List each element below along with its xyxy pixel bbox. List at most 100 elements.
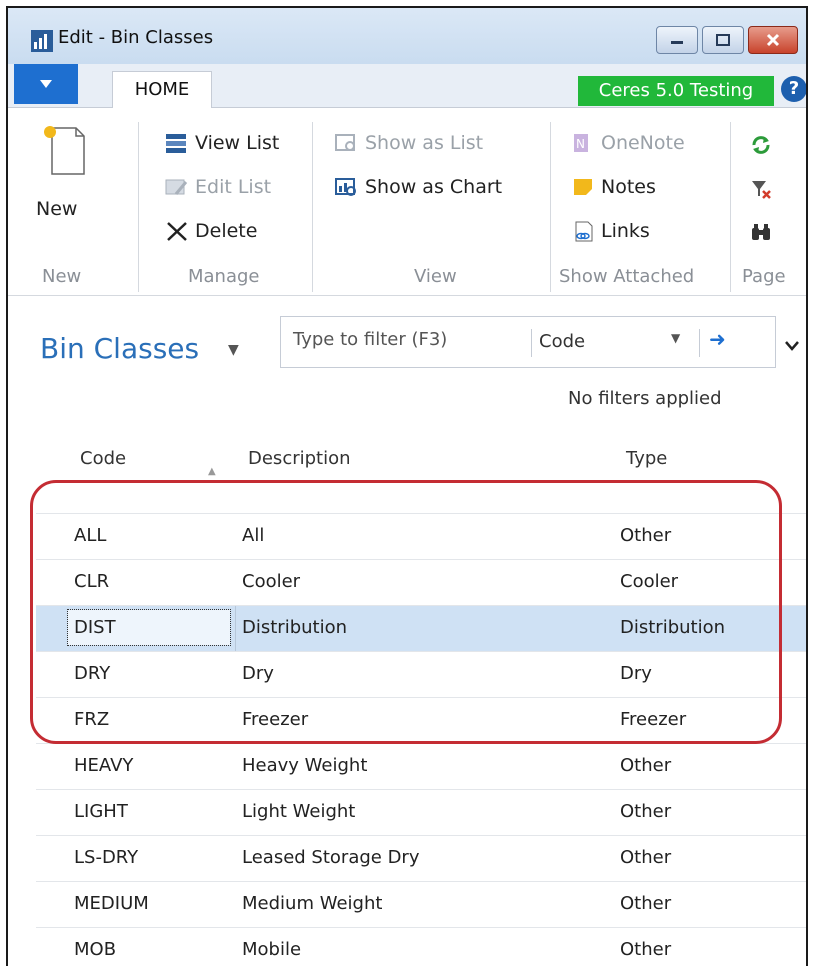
clear-filter-icon[interactable]	[750, 178, 772, 200]
new-button[interactable]: New	[32, 122, 96, 232]
filters-status: No filters applied	[568, 388, 722, 409]
svg-text:N: N	[576, 137, 585, 151]
cell-type: Other	[620, 847, 672, 868]
cell-code: CLR	[74, 571, 110, 592]
maximize-icon	[716, 34, 730, 46]
delete-button[interactable]: Delete	[164, 220, 257, 242]
ribbon-body: New New View List Edit List Delete Manag…	[8, 108, 806, 296]
cell-code: MOB	[74, 939, 117, 960]
new-button-label: New	[36, 198, 78, 220]
cell-type: Distribution	[620, 617, 726, 638]
table-row[interactable]: FRZ Freezer Freezer	[36, 697, 806, 743]
onenote-label: OneNote	[601, 132, 685, 154]
show-as-chart-button[interactable]: Show as Chart	[334, 176, 502, 198]
notes-icon	[574, 179, 592, 195]
filter-input[interactable]: Type to filter (F3)	[293, 329, 447, 350]
cell-type: Other	[620, 893, 672, 914]
table-row[interactable]: LIGHT Light Weight Other	[36, 789, 806, 835]
cell-type: Freezer	[620, 709, 687, 730]
onenote-button[interactable]: N OneNote	[570, 132, 685, 154]
cell-description: Heavy Weight	[242, 755, 368, 776]
maximize-button[interactable]	[702, 26, 744, 54]
cell-description: Leased Storage Dry	[242, 847, 420, 868]
ribbon-menu-button[interactable]	[14, 64, 78, 104]
table-row[interactable]: LS-DRY Leased Storage Dry Other	[36, 835, 806, 881]
view-list-button[interactable]: View List	[164, 132, 279, 154]
column-header-code[interactable]: Code	[80, 448, 126, 469]
links-button[interactable]: Links	[570, 220, 650, 242]
cell-description: Dry	[242, 663, 274, 684]
company-badge: Ceres 5.0 Testing	[578, 76, 774, 106]
app-window: Edit - Bin Classes HOME Ceres 5.0 Testin…	[6, 6, 808, 966]
cell-type: Other	[620, 801, 672, 822]
edit-list-button[interactable]: Edit List	[164, 176, 271, 198]
cell-type: Other	[620, 939, 672, 960]
cell-code: MEDIUM	[74, 893, 149, 914]
table-row-selected[interactable]: DIST Distribution Distribution	[36, 605, 806, 652]
triangle-down-icon	[40, 80, 52, 88]
app-icon	[31, 30, 53, 52]
filter-field-select[interactable]: Code	[539, 331, 585, 352]
group-label-view: View	[414, 266, 457, 287]
cell-type: Cooler	[620, 571, 679, 592]
chevron-down-icon[interactable]: ▼	[671, 331, 680, 345]
show-as-list-label: Show as List	[365, 132, 484, 154]
onenote-icon: N	[574, 134, 588, 152]
tab-home[interactable]: HOME	[112, 71, 212, 109]
group-label-new: New	[42, 266, 82, 287]
page-title-dropdown-icon[interactable]: ▼	[228, 342, 239, 358]
table-row[interactable]: HEAVY Heavy Weight Other	[36, 743, 806, 789]
column-header-description[interactable]: Description	[248, 448, 351, 469]
minimize-icon	[671, 41, 683, 44]
cell-code: LIGHT	[74, 801, 128, 822]
window-title: Edit - Bin Classes	[58, 27, 214, 48]
table-row[interactable]: DRY Dry Dry	[36, 651, 806, 697]
cell-code: HEAVY	[74, 755, 134, 776]
cell-code-focused[interactable]: DIST	[67, 609, 231, 646]
column-header-type[interactable]: Type	[626, 448, 667, 469]
close-button[interactable]	[748, 26, 798, 54]
new-document-icon	[44, 126, 85, 175]
cell-code: LS-DRY	[74, 847, 139, 868]
show-as-chart-label: Show as Chart	[365, 176, 503, 198]
arrow-right-icon[interactable]: ➜	[709, 327, 726, 351]
bin-classes-list: ALL All Other CLR Cooler Cooler DIST Dis…	[36, 513, 806, 966]
delete-x-icon	[167, 222, 187, 241]
find-binoculars-icon[interactable]	[750, 222, 772, 244]
cell-description: Cooler	[242, 571, 301, 592]
table-row[interactable]: ALL All Other	[36, 513, 806, 559]
title-bar: Edit - Bin Classes	[8, 8, 806, 64]
cell-code: ALL	[74, 525, 107, 546]
cell-description: Freezer	[242, 709, 309, 730]
refresh-icon[interactable]	[750, 134, 772, 156]
cell-type: Other	[620, 755, 672, 776]
group-label-page: Page	[742, 266, 786, 287]
table-row[interactable]: CLR Cooler Cooler	[36, 559, 806, 605]
notes-button[interactable]: Notes	[570, 176, 656, 198]
cell-type: Other	[620, 525, 672, 546]
show-as-list-icon	[335, 134, 355, 151]
minimize-button[interactable]	[656, 26, 698, 54]
group-label-manage: Manage	[188, 266, 260, 287]
edit-list-label: Edit List	[195, 176, 272, 198]
table-row[interactable]: MEDIUM Medium Weight Other	[36, 881, 806, 927]
table-row[interactable]: MOB Mobile Other	[36, 927, 806, 966]
cell-type: Dry	[620, 663, 652, 684]
cell-description: Distribution	[242, 617, 348, 638]
show-as-list-button[interactable]: Show as List	[334, 132, 483, 154]
delete-label: Delete	[195, 220, 258, 242]
links-label: Links	[601, 220, 650, 242]
links-icon	[575, 221, 593, 242]
expand-filter-chevron-icon[interactable]	[784, 340, 800, 352]
cell-code: DRY	[74, 663, 111, 684]
cell-description: All	[242, 525, 265, 546]
cell-description: Mobile	[242, 939, 302, 960]
sort-ascending-icon: ▲	[208, 466, 216, 477]
show-as-chart-icon	[335, 178, 356, 196]
page-title[interactable]: Bin Classes	[40, 332, 199, 365]
filter-bar: Type to filter (F3) Code ▼ ➜	[280, 316, 776, 368]
notes-label: Notes	[601, 176, 656, 198]
group-label-show-attached: Show Attached	[559, 266, 695, 287]
cell-description: Light Weight	[242, 801, 356, 822]
help-icon[interactable]: ?	[781, 76, 806, 102]
